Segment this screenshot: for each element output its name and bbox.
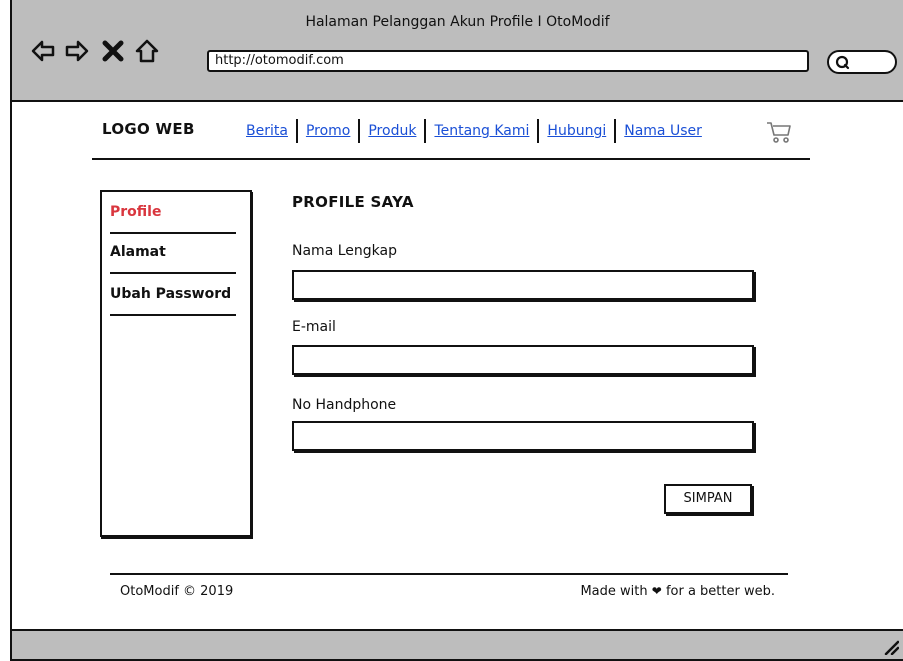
logo: LOGO WEB — [102, 120, 195, 138]
resize-grip-icon[interactable] — [883, 639, 899, 655]
home-icon[interactable] — [134, 38, 160, 64]
email-input[interactable] — [292, 345, 754, 375]
label-email: E-mail — [292, 319, 336, 335]
sidebar-divider — [110, 314, 236, 316]
menu-link-tentang-kami[interactable]: Tentang Kami — [426, 123, 537, 139]
no-handphone-input[interactable] — [292, 421, 754, 451]
profile-sidebar: Profile Alamat Ubah Password — [100, 190, 252, 537]
sidebar-item-profile[interactable]: Profile — [110, 204, 161, 220]
address-bar[interactable]: http://otomodif.com — [207, 50, 809, 72]
footer-copyright: OtoModif © 2019 — [120, 584, 234, 599]
browser-toolbar: Halaman Pelanggan Akun Profile I OtoModi… — [12, 0, 903, 102]
site-header: LOGO WEB Berita Promo Produk Tentang Kam… — [102, 118, 813, 144]
sidebar-divider — [110, 232, 236, 234]
footer-divider — [110, 573, 788, 575]
browser-window: Halaman Pelanggan Akun Profile I OtoModi… — [10, 0, 903, 661]
menu-link-hubungi[interactable]: Hubungi — [539, 123, 614, 139]
window-title: Halaman Pelanggan Akun Profile I OtoModi… — [305, 14, 610, 30]
sidebar-item-alamat[interactable]: Alamat — [110, 244, 166, 260]
label-nama-lengkap: Nama Lengkap — [292, 243, 397, 259]
menu-link-nama-user[interactable]: Nama User — [616, 123, 710, 139]
made-with-prefix: Made with — [580, 584, 648, 599]
sidebar-divider — [110, 272, 236, 274]
made-with-suffix: for a better web. — [665, 584, 775, 599]
label-no-handphone: No Handphone — [292, 397, 397, 413]
menu-link-berita[interactable]: Berita — [238, 123, 296, 139]
nama-lengkap-input[interactable] — [292, 270, 754, 300]
header-divider — [92, 158, 810, 160]
menu-link-promo[interactable]: Promo — [298, 123, 358, 139]
browser-search-box[interactable] — [827, 50, 897, 74]
search-icon — [835, 55, 850, 70]
heart-icon: ❤ — [651, 584, 662, 598]
form-title: PROFILE SAYA — [292, 193, 414, 211]
forward-arrow-icon[interactable] — [64, 38, 90, 64]
sidebar-item-ubah-password[interactable]: Ubah Password — [110, 286, 231, 302]
main-menu: Berita Promo Produk Tentang Kami Hubungi… — [238, 118, 710, 144]
simpan-button[interactable]: SIMPAN — [664, 484, 752, 514]
footer-made-with: Made with ❤ for a better web. — [580, 584, 775, 599]
menu-link-produk[interactable]: Produk — [360, 123, 424, 139]
back-arrow-icon[interactable] — [30, 38, 56, 64]
close-x-icon[interactable] — [100, 38, 126, 64]
browser-status-bar — [12, 629, 903, 659]
cart-icon[interactable] — [766, 120, 792, 144]
